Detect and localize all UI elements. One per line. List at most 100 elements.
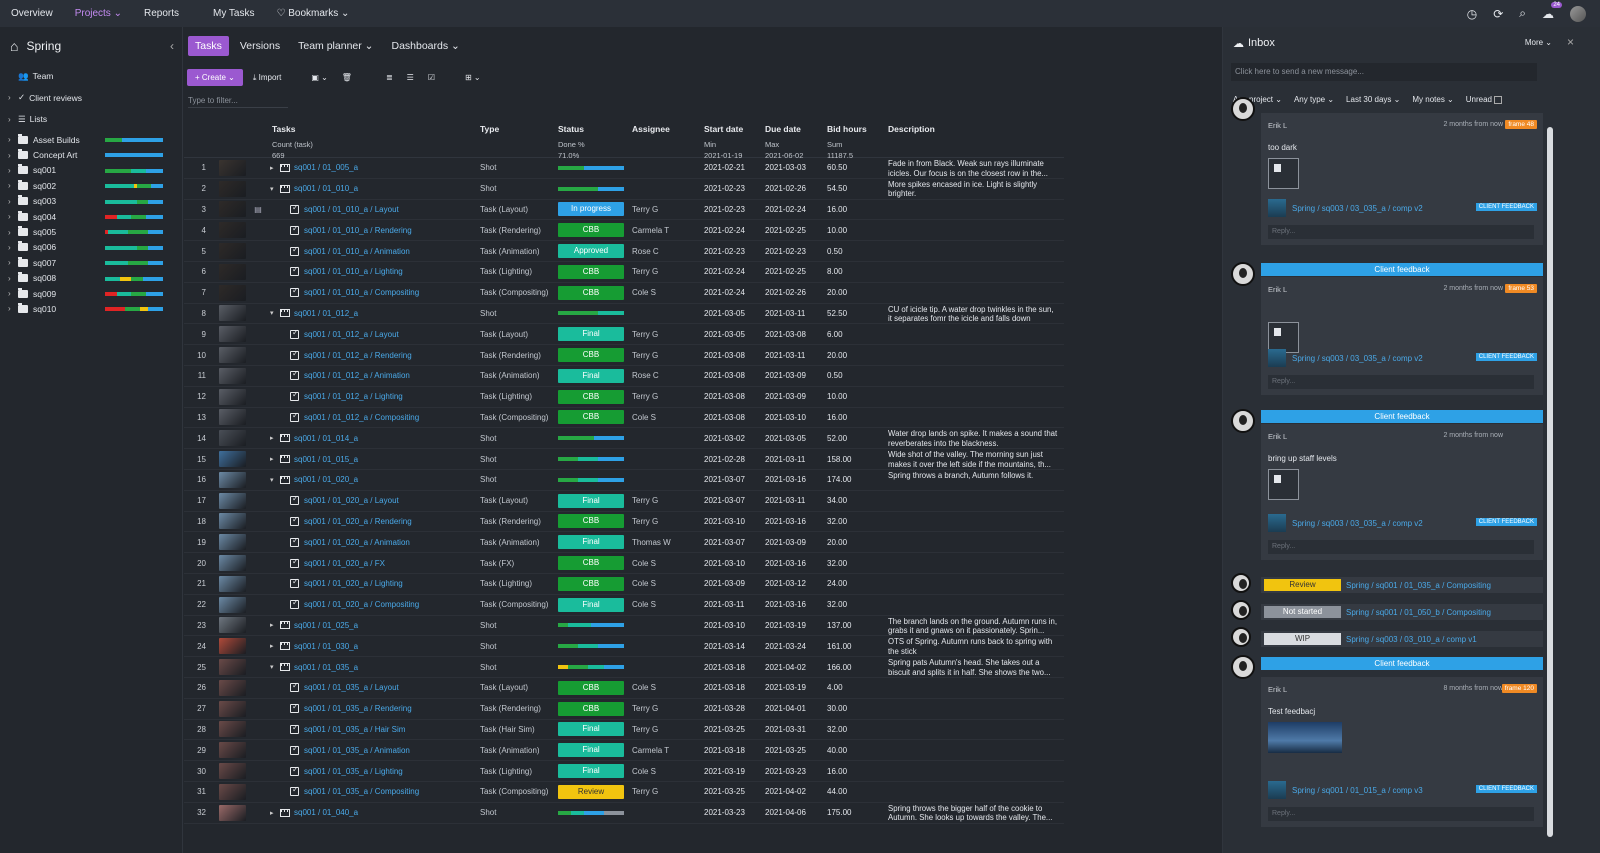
- sidebar-folder[interactable]: › sq006: [0, 240, 182, 255]
- assignee-cell[interactable]: Terry G: [632, 787, 704, 796]
- bid-hours-cell[interactable]: 20.00: [827, 351, 888, 360]
- version-link[interactable]: Spring / sq003 / 03_035_a / comp v2: [1268, 199, 1423, 217]
- task-name-cell[interactable]: ▸ sq001 / 01_040_a: [270, 808, 480, 817]
- status-cell[interactable]: CBB: [558, 576, 632, 591]
- status-badge[interactable]: CBB: [558, 389, 624, 404]
- status-cell[interactable]: [558, 644, 632, 649]
- status-badge[interactable]: Final: [558, 327, 624, 342]
- status-badge[interactable]: Final: [558, 597, 624, 612]
- row-thumbnail[interactable]: [219, 555, 246, 572]
- task-name-cell[interactable]: ▾ sq001 / 01_010_a: [270, 184, 480, 193]
- description-cell[interactable]: [888, 387, 1058, 407]
- collapse-icon[interactable]: ▾: [270, 185, 280, 193]
- assignee-cell[interactable]: Terry G: [632, 205, 704, 214]
- status-cell[interactable]: [558, 623, 632, 628]
- assignee-cell[interactable]: Terry G: [632, 496, 704, 505]
- status-cell[interactable]: [558, 436, 632, 441]
- table-row[interactable]: 6 sq001 / 01_010_a / Lighting Task (Lighti…: [184, 262, 1064, 283]
- status-badge[interactable]: CBB: [558, 514, 624, 529]
- version-link-label[interactable]: Spring / sq003 / 03_035_a / comp v2: [1292, 204, 1423, 213]
- task-link[interactable]: sq001 / 01_015_a: [294, 455, 358, 464]
- checkbox[interactable]: [1494, 95, 1503, 104]
- due-date-cell[interactable]: 2021-03-19: [765, 683, 827, 692]
- nav-reports[interactable]: Reports: [133, 0, 190, 27]
- start-date-cell[interactable]: 2021-02-23: [704, 205, 765, 214]
- version-link[interactable]: Spring / sq003 / 03_035_a / comp v2: [1268, 514, 1423, 532]
- inbox-more-button[interactable]: More ⌄: [1525, 38, 1552, 47]
- author-avatar[interactable]: [1231, 655, 1255, 679]
- description-cell[interactable]: Wide shot of the valley. The morning sun…: [888, 449, 1058, 469]
- table-row[interactable]: 21 sq001 / 01_020_a / Lighting Task (Light…: [184, 574, 1064, 595]
- tab-dashboards[interactable]: Dashboards ⌄: [384, 36, 466, 56]
- due-date-cell[interactable]: 2021-03-09: [765, 371, 827, 380]
- task-link[interactable]: sq001 / 01_012_a / Rendering: [304, 351, 412, 360]
- task-name-cell[interactable]: sq001 / 01_035_a / Lighting: [270, 765, 480, 776]
- status-cell[interactable]: Final: [558, 368, 632, 383]
- table-row[interactable]: 25 ▾ sq001 / 01_035_a Shot 2021-03-18 2021-04…: [184, 657, 1064, 678]
- due-date-cell[interactable]: 2021-03-11: [765, 351, 827, 360]
- status-cell[interactable]: Final: [558, 327, 632, 342]
- due-date-cell[interactable]: 2021-03-05: [765, 434, 827, 443]
- row-thumbnail[interactable]: [219, 763, 246, 779]
- due-date-cell[interactable]: 2021-02-26: [765, 288, 827, 297]
- header-tasks[interactable]: Tasks: [272, 124, 480, 134]
- task-name-cell[interactable]: sq001 / 01_035_a / Rendering: [270, 702, 480, 714]
- due-date-cell[interactable]: 2021-04-06: [765, 808, 827, 817]
- sidebar-folder[interactable]: › sq010: [0, 301, 182, 316]
- status-notification[interactable]: WIP Spring / sq003 / 03_010_a / comp v1: [1261, 631, 1543, 647]
- task-name-cell[interactable]: ▾ sq001 / 01_012_a: [270, 309, 480, 318]
- status-badge[interactable]: Final: [558, 493, 624, 508]
- description-cell[interactable]: [888, 553, 1058, 573]
- bid-hours-cell[interactable]: 32.00: [827, 600, 888, 609]
- status-badge[interactable]: Final: [558, 535, 624, 550]
- header-due-date[interactable]: Due date: [765, 124, 827, 134]
- start-date-cell[interactable]: 2021-02-24: [704, 226, 765, 235]
- task-link[interactable]: sq001 / 01_035_a / Lighting: [304, 767, 403, 776]
- start-date-cell[interactable]: 2021-02-24: [704, 288, 765, 297]
- author-avatar[interactable]: [1231, 262, 1255, 286]
- bid-hours-cell[interactable]: 0.50: [827, 247, 888, 256]
- status-notification[interactable]: Review Spring / sq001 / 01_035_a / Compos…: [1261, 577, 1543, 593]
- start-date-cell[interactable]: 2021-03-08: [704, 413, 765, 422]
- table-row[interactable]: 8 ▾ sq001 / 01_012_a Shot 2021-03-05 2021-03-…: [184, 304, 1064, 325]
- due-date-cell[interactable]: 2021-04-02: [765, 787, 827, 796]
- new-message-input[interactable]: Click here to send a new message...: [1231, 63, 1537, 81]
- task-name-cell[interactable]: ▸ sq001 / 01_005_a: [270, 163, 480, 172]
- due-date-cell[interactable]: 2021-02-23: [765, 247, 827, 256]
- table-row[interactable]: 18 sq001 / 01_020_a / Rendering Task (Rend…: [184, 512, 1064, 533]
- table-row[interactable]: 29 sq001 / 01_035_a / Animation Task (Anim…: [184, 740, 1064, 762]
- header-assignee[interactable]: Assignee: [632, 124, 704, 134]
- reply-input[interactable]: Reply...: [1268, 225, 1534, 239]
- status-cell[interactable]: CBB: [558, 556, 632, 571]
- tab-tasks[interactable]: Tasks: [188, 36, 229, 56]
- status-badge[interactable]: CBB: [558, 348, 624, 363]
- task-name-cell[interactable]: ▸ sq001 / 01_014_a: [270, 434, 480, 443]
- author-avatar[interactable]: [1231, 573, 1251, 593]
- task-link[interactable]: sq001 / 01_012_a / Animation: [304, 371, 410, 380]
- reply-input[interactable]: Reply...: [1268, 375, 1534, 389]
- attachment-thumbnail[interactable]: [1268, 158, 1299, 189]
- description-cell[interactable]: [888, 366, 1058, 386]
- description-cell[interactable]: Fade in from Black. Weak sun rays illumi…: [888, 158, 1058, 178]
- author-avatar[interactable]: [1231, 627, 1251, 647]
- sidebar-folder[interactable]: › sq004: [0, 209, 182, 224]
- description-cell[interactable]: [888, 574, 1058, 594]
- table-row[interactable]: 12 sq001 / 01_012_a / Lighting Task (Light…: [184, 387, 1064, 408]
- close-icon[interactable]: ×: [1567, 35, 1574, 49]
- task-name-cell[interactable]: sq001 / 01_010_a / Lighting: [270, 265, 480, 277]
- row-thumbnail[interactable]: [219, 159, 246, 176]
- description-cell[interactable]: [888, 345, 1058, 365]
- table-row[interactable]: 1 ▸ sq001 / 01_005_a Shot 2021-02-21 2021-03-…: [184, 158, 1064, 179]
- status-cell[interactable]: [558, 477, 632, 482]
- table-row[interactable]: 11 sq001 / 01_012_a / Animation Task (Anim…: [184, 366, 1064, 387]
- task-name-cell[interactable]: ▸ sq001 / 01_015_a: [270, 455, 480, 464]
- start-date-cell[interactable]: 2021-02-24: [704, 267, 765, 276]
- sidebar-folder[interactable]: › sq007: [0, 255, 182, 270]
- nav-bookmarks[interactable]: ♡ Bookmarks ⌄: [266, 0, 361, 27]
- due-date-cell[interactable]: 2021-02-26: [765, 184, 827, 193]
- task-name-cell[interactable]: sq001 / 01_020_a / Layout: [270, 494, 480, 506]
- status-badge[interactable]: CBB: [558, 556, 624, 571]
- row-thumbnail[interactable]: [219, 430, 246, 447]
- expand-icon[interactable]: ▸: [270, 434, 280, 442]
- search-icon[interactable]: ⌕: [1519, 6, 1526, 21]
